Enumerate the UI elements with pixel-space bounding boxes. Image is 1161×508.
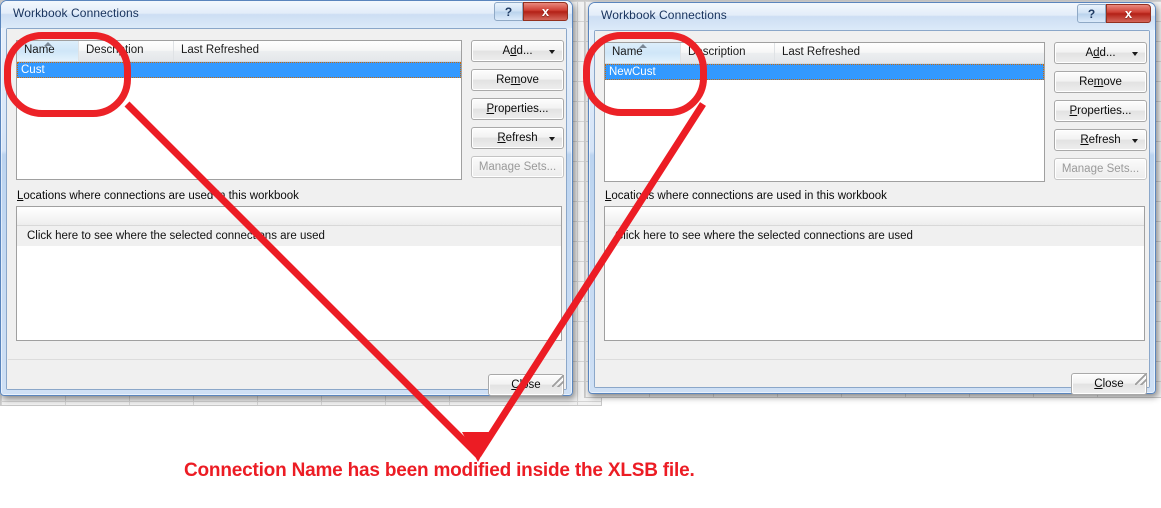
add-label: Add... <box>1085 47 1116 59</box>
chevron-down-icon[interactable] <box>549 50 555 54</box>
remove-button[interactable]: Remove <box>1054 71 1147 93</box>
footer-divider <box>596 359 1148 360</box>
refresh-label: Refresh <box>1080 134 1121 146</box>
locations-hint-row[interactable]: Click here to see where the selected con… <box>17 226 561 247</box>
manage-sets-button: Manage Sets... <box>471 156 564 178</box>
screenshot-root: Workbook Connections ? x Name Descriptio <box>0 0 1161 508</box>
title-bar[interactable]: Workbook Connections ? x <box>589 3 1155 30</box>
annotation-highlight-right <box>583 32 707 116</box>
locations-label: Locations where connections are used in … <box>17 190 299 202</box>
manage-sets-button: Manage Sets... <box>1054 158 1147 180</box>
caption-button-group: ? x <box>494 2 568 22</box>
help-icon[interactable]: ? <box>1077 4 1106 23</box>
close-icon[interactable]: x <box>1106 4 1151 23</box>
annotation-caption: Connection Name has been modified inside… <box>184 460 695 481</box>
column-label: Last Refreshed <box>181 44 259 56</box>
column-label: Last Refreshed <box>782 46 860 58</box>
remove-button[interactable]: Remove <box>471 69 564 91</box>
column-header-last-refreshed[interactable]: Last Refreshed <box>775 43 1044 63</box>
properties-label: Properties... <box>486 103 549 115</box>
properties-label: Properties... <box>1069 105 1132 117</box>
footer-divider <box>8 359 565 360</box>
window-title: Workbook Connections <box>13 6 139 20</box>
locations-header-strip <box>17 207 561 226</box>
manage-sets-label: Manage Sets... <box>478 161 557 173</box>
locations-label-text: ocations where connections are used in t… <box>611 190 887 202</box>
add-button[interactable]: Add... <box>1054 42 1147 64</box>
remove-label: Remove <box>496 74 539 86</box>
remove-label: Remove <box>1079 76 1122 88</box>
locations-label-text: ocations where connections are used in t… <box>23 190 299 202</box>
close-icon[interactable]: x <box>523 2 568 21</box>
caption-button-group: ? x <box>1077 4 1151 24</box>
add-button[interactable]: Add... <box>471 40 564 62</box>
locations-label: Locations where connections are used in … <box>605 190 887 202</box>
chevron-down-icon[interactable] <box>1132 52 1138 56</box>
refresh-button[interactable]: Refresh <box>471 127 564 149</box>
add-label: Add... <box>502 45 533 57</box>
close-label: Close <box>511 379 541 391</box>
manage-sets-label: Manage Sets... <box>1061 163 1140 175</box>
chevron-down-icon[interactable] <box>1132 139 1138 143</box>
properties-button[interactable]: Properties... <box>1054 100 1147 122</box>
resize-grip[interactable] <box>1135 373 1147 385</box>
window-title: Workbook Connections <box>601 8 727 22</box>
annotation-highlight-left <box>4 32 131 117</box>
refresh-button[interactable]: Refresh <box>1054 129 1147 151</box>
help-icon[interactable]: ? <box>494 2 523 21</box>
chevron-down-icon[interactable] <box>549 137 555 141</box>
annotation-arrowhead <box>462 432 494 462</box>
properties-button[interactable]: Properties... <box>471 98 564 120</box>
title-bar[interactable]: Workbook Connections ? x <box>1 1 572 28</box>
column-header-last-refreshed[interactable]: Last Refreshed <box>174 41 461 61</box>
locations-hint-row[interactable]: Click here to see where the selected con… <box>605 226 1144 247</box>
locations-panel[interactable]: Click here to see where the selected con… <box>16 206 562 341</box>
close-label: Close <box>1094 378 1124 390</box>
locations-header-strip <box>605 207 1144 226</box>
locations-panel[interactable]: Click here to see where the selected con… <box>604 206 1145 341</box>
refresh-label: Refresh <box>497 132 538 144</box>
resize-grip[interactable] <box>552 375 564 387</box>
